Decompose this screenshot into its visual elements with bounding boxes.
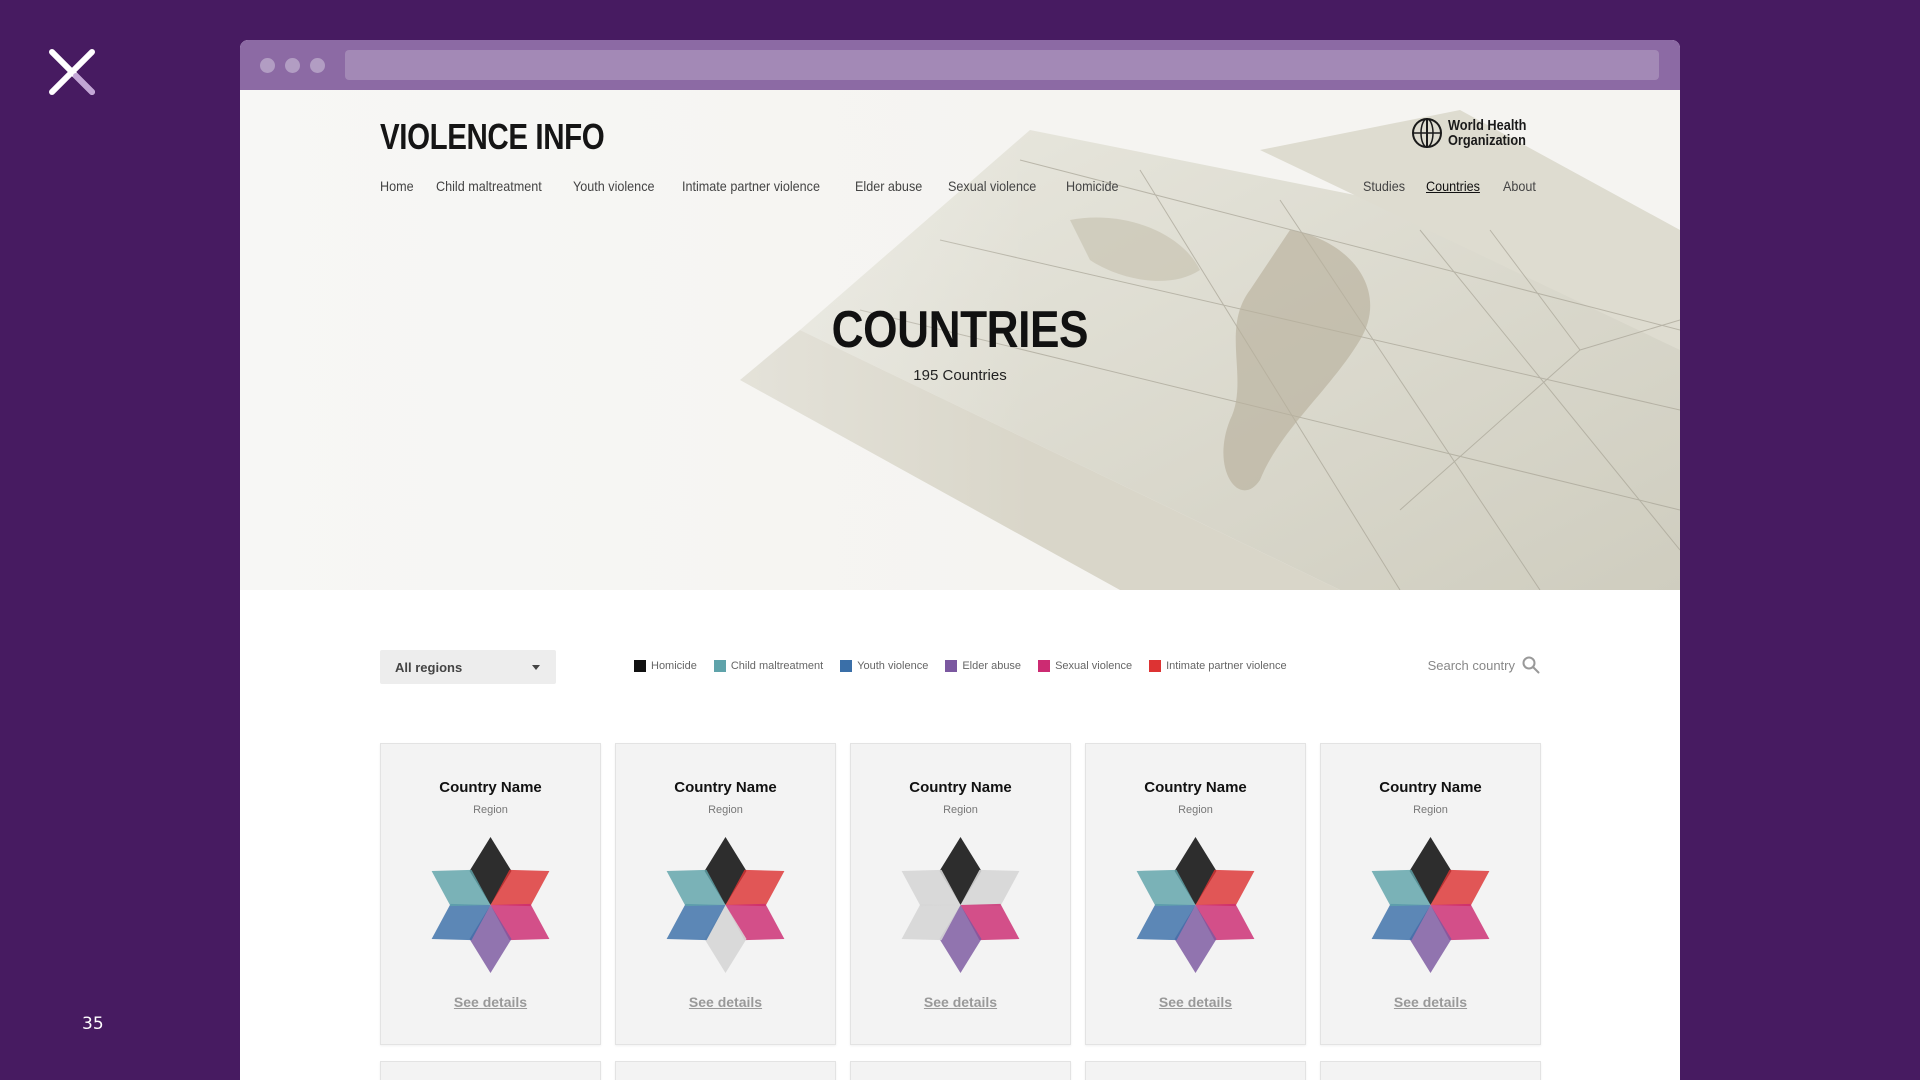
caret-down-icon xyxy=(532,665,540,670)
violence-data-star-icon xyxy=(1371,837,1490,973)
window-dot xyxy=(310,58,325,73)
country-name: Country Name xyxy=(909,779,1012,796)
see-details-link[interactable]: See details xyxy=(616,994,835,1010)
primary-nav: Home Child maltreatment Youth violence I… xyxy=(380,178,1143,194)
country-card[interactable]: Country Name Region See details xyxy=(380,743,601,1045)
violence-type-legend: Homicide Child maltreatment Youth violen… xyxy=(634,660,1304,672)
legend-item-elder-abuse: Elder abuse xyxy=(945,660,1021,672)
legend-swatch xyxy=(1038,660,1051,672)
legend-item-intimate-partner-violence: Intimate partner violence xyxy=(1149,660,1287,672)
country-card[interactable]: Country Name Region See details xyxy=(850,743,1071,1045)
country-name: Country Name xyxy=(674,779,777,796)
legend-swatch xyxy=(713,660,726,672)
nav-item-home[interactable]: Home xyxy=(380,178,414,194)
country-name: Country Name xyxy=(1144,779,1247,796)
page-subtitle: 195 Countries xyxy=(913,367,1007,384)
legend-item-homicide: Homicide xyxy=(634,660,697,672)
country-card[interactable] xyxy=(380,1061,601,1080)
country-card[interactable] xyxy=(1320,1061,1541,1080)
country-region: Region xyxy=(1178,804,1213,816)
legend-label: Intimate partner violence xyxy=(1166,660,1287,672)
nav-item-about[interactable]: About xyxy=(1503,178,1536,194)
window-dot xyxy=(260,58,275,73)
presentation-logo-icon xyxy=(49,49,95,95)
country-region: Region xyxy=(1413,804,1448,816)
nav-item-intimate-partner-violence[interactable]: Intimate partner violence xyxy=(682,178,820,194)
who-logo-text: World Health Organization xyxy=(1447,117,1527,149)
country-card[interactable]: Country Name Region See details xyxy=(615,743,836,1045)
secondary-nav: Studies Countries About xyxy=(1346,178,1540,194)
nav-item-youth-violence[interactable]: Youth violence xyxy=(573,178,655,194)
browser-window: VIOLENCE INFO World Health Organization … xyxy=(240,40,1680,1080)
see-details-link[interactable]: See details xyxy=(851,994,1070,1010)
country-card[interactable] xyxy=(615,1061,836,1080)
search-icon[interactable] xyxy=(1522,656,1540,674)
country-card[interactable]: Country Name Region See details xyxy=(1085,743,1306,1045)
violence-data-star-icon xyxy=(666,837,785,973)
see-details-link[interactable]: See details xyxy=(1321,994,1540,1010)
window-dot xyxy=(285,58,300,73)
who-logo[interactable]: World Health Organization xyxy=(1410,116,1540,150)
country-card[interactable] xyxy=(850,1061,1071,1080)
region-select[interactable]: All regions xyxy=(380,650,556,684)
site-title[interactable]: VIOLENCE INFO xyxy=(380,116,605,158)
nav-item-sexual-violence[interactable]: Sexual violence xyxy=(948,178,1036,194)
country-region: Region xyxy=(708,804,743,816)
country-region: Region xyxy=(473,804,508,816)
legend-swatch xyxy=(840,660,853,672)
violence-data-star-icon xyxy=(1136,837,1255,973)
legend-label: Youth violence xyxy=(857,660,929,672)
see-details-link[interactable]: See details xyxy=(381,994,600,1010)
nav-item-elder-abuse[interactable]: Elder abuse xyxy=(855,178,922,194)
violence-data-star-icon xyxy=(431,837,550,973)
hero-banner: VIOLENCE INFO World Health Organization … xyxy=(240,90,1680,590)
address-bar[interactable] xyxy=(345,50,1659,80)
legend-label: Sexual violence xyxy=(1055,660,1133,672)
legend-swatch xyxy=(945,660,958,672)
legend-label: Child maltreatment xyxy=(730,660,824,672)
country-card[interactable] xyxy=(1085,1061,1306,1080)
see-details-link[interactable]: See details xyxy=(1086,994,1305,1010)
legend-swatch xyxy=(1149,660,1162,672)
nav-item-countries[interactable]: Countries xyxy=(1426,178,1480,194)
slide-number: 35 xyxy=(82,1014,104,1034)
nav-item-child-maltreatment[interactable]: Child maltreatment xyxy=(436,178,542,194)
violence-data-star-icon xyxy=(901,837,1020,973)
country-search[interactable]: Search country xyxy=(1428,656,1540,674)
country-region: Region xyxy=(943,804,978,816)
region-select-label: All regions xyxy=(395,660,463,675)
legend-item-sexual-violence: Sexual violence xyxy=(1038,660,1132,672)
country-name: Country Name xyxy=(439,779,542,796)
nav-item-homicide[interactable]: Homicide xyxy=(1066,178,1119,194)
legend-label: Elder abuse xyxy=(962,660,1022,672)
country-card[interactable]: Country Name Region See details xyxy=(1320,743,1541,1045)
search-placeholder: Search country xyxy=(1427,657,1515,673)
filter-bar: All regions Homicide Child maltreatment … xyxy=(380,650,1540,684)
legend-label: Homicide xyxy=(651,660,697,672)
country-name: Country Name xyxy=(1379,779,1482,796)
legend-swatch xyxy=(634,660,646,672)
browser-chrome xyxy=(240,40,1680,90)
nav-item-studies[interactable]: Studies xyxy=(1363,178,1405,194)
globe-emblem-icon xyxy=(1411,118,1442,148)
legend-item-child-maltreatment: Child maltreatment xyxy=(713,660,824,672)
legend-item-youth-violence: Youth violence xyxy=(840,660,928,672)
page-title: COUNTRIES xyxy=(831,301,1089,359)
